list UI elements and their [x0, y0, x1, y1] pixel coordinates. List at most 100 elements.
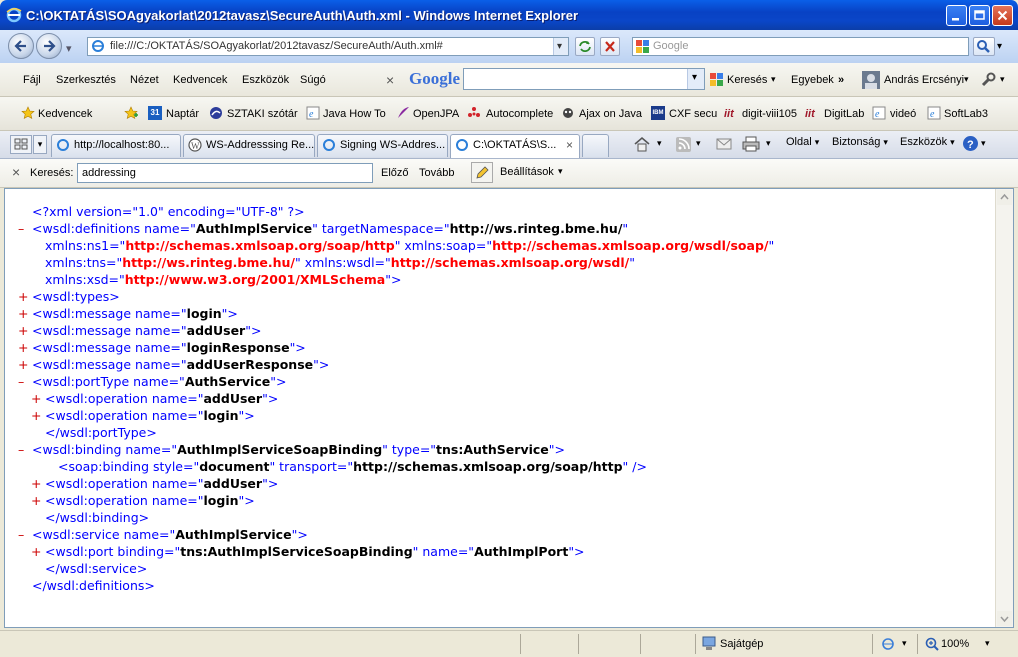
xml-line[interactable]: + <wsdl:port binding="tns:AuthImplService… [31, 543, 585, 560]
tab-ws-addressing[interactable]: W WS-Addresssing Re... [183, 134, 315, 157]
tab-list-dropdown[interactable]: ▾ [33, 135, 47, 154]
close-button[interactable] [992, 5, 1013, 26]
fav-sztaki[interactable]: SZTAKI szótár [227, 108, 298, 120]
page-menu[interactable]: Oldal ▾ [786, 136, 819, 148]
address-dropdown-button[interactable]: ▾ [553, 38, 568, 55]
expand-node-icon[interactable]: + [31, 492, 45, 509]
find-input[interactable]: addressing [77, 163, 373, 183]
xml-line[interactable]: + <wsdl:operation name="login"> [31, 407, 255, 424]
wrench-icon[interactable] [980, 72, 996, 88]
user-dropdown-icon[interactable]: ▾ [964, 74, 969, 85]
expand-node-icon[interactable]: + [31, 475, 45, 492]
home-dropdown-icon[interactable]: ▾ [657, 138, 662, 149]
scroll-down-button[interactable] [997, 611, 1012, 626]
address-field[interactable]: file:///C:/OKTATÁS/SOAgyakorlat/2012tava… [87, 37, 569, 56]
title-bar[interactable]: C:\OKTATÁS\SOAgyakorlat\2012tavasz\Secur… [0, 0, 1018, 30]
find-settings-pencil[interactable] [471, 162, 493, 183]
new-tab-button[interactable] [582, 134, 609, 157]
collapse-node-icon[interactable]: – [18, 441, 32, 458]
collapse-node-icon[interactable]: – [18, 526, 32, 543]
forward-button[interactable] [36, 33, 62, 59]
find-settings-button[interactable]: Beállítások [500, 166, 554, 178]
scroll-up-button[interactable] [997, 190, 1012, 205]
safety-menu[interactable]: Biztonság ▾ [832, 136, 888, 148]
fav-cxf-secu[interactable]: CXF secu [669, 108, 717, 120]
protected-mode-icon[interactable] [881, 637, 897, 651]
collapse-node-icon[interactable]: – [18, 373, 32, 390]
search-input[interactable]: Google [632, 37, 969, 56]
tools-menu[interactable]: Eszközök ▾ [900, 136, 955, 148]
stop-button[interactable] [600, 37, 620, 56]
find-next-button[interactable]: Tovább [419, 167, 454, 179]
search-button-dropdown-icon[interactable]: ▾ [771, 74, 776, 85]
menu-edit[interactable]: Szerkesztés [56, 74, 116, 86]
expand-node-icon[interactable]: + [18, 322, 32, 339]
collapse-node-icon[interactable]: – [18, 220, 32, 237]
xml-line[interactable]: – <wsdl:binding name="AuthImplServiceSoap… [18, 441, 565, 458]
more-button[interactable]: Egyebek [791, 74, 834, 86]
zoom-icon[interactable] [925, 637, 939, 651]
quick-tabs-button[interactable] [10, 135, 32, 154]
protected-mode-dropdown-icon[interactable]: ▾ [902, 638, 907, 649]
menu-help[interactable]: Súgó [300, 74, 326, 86]
tab-localhost[interactable]: http://localhost:80... [51, 134, 181, 157]
menu-file[interactable]: Fájl [23, 74, 41, 86]
fav-video[interactable]: videó [890, 108, 916, 120]
menu-favorites[interactable]: Kedvencek [173, 74, 227, 86]
xml-line[interactable]: + <wsdl:message name="addUser"> [18, 322, 261, 339]
help-icon[interactable]: ? [962, 135, 979, 152]
fav-autocomplete[interactable]: Autocomplete [486, 108, 553, 120]
find-close-icon[interactable]: × [12, 164, 20, 180]
rss-feed-icon[interactable] [676, 137, 691, 152]
toolbar-close-icon[interactable]: × [386, 72, 394, 88]
tab-signing[interactable]: Signing WS-Addres... [317, 134, 448, 157]
tab-auth-xml[interactable]: C:\OKTATÁS\S... × [450, 134, 580, 158]
expand-node-icon[interactable]: + [18, 339, 32, 356]
add-favorite-icon[interactable] [124, 106, 138, 120]
search-go-button[interactable] [973, 37, 995, 56]
fav-softlab3[interactable]: SoftLab3 [944, 108, 988, 120]
xml-line[interactable]: + <wsdl:types> [18, 288, 120, 305]
xml-line[interactable]: + <wsdl:operation name="login"> [31, 492, 255, 509]
refresh-button[interactable] [575, 37, 595, 56]
mail-icon[interactable] [716, 138, 732, 150]
maximize-button[interactable] [969, 5, 990, 26]
fav-ajax-on-java[interactable]: Ajax on Java [579, 108, 642, 120]
xml-line[interactable]: + <wsdl:message name="loginResponse"> [18, 339, 306, 356]
fav-java-how-to[interactable]: Java How To [323, 108, 386, 120]
menu-tools[interactable]: Eszközök [242, 74, 289, 86]
google-toolbar-search[interactable]: ▾ [463, 68, 705, 90]
fav-naptar[interactable]: Naptár [166, 108, 199, 120]
fav-openjpa[interactable]: OpenJPA [413, 108, 459, 120]
fav-digitlab[interactable]: DigitLab [824, 108, 864, 120]
more-chevron-icon[interactable]: » [838, 74, 844, 86]
expand-node-icon[interactable]: + [18, 305, 32, 322]
xml-line[interactable]: – <wsdl:service name="AuthImplService"> [18, 526, 308, 543]
google-search-dropdown[interactable]: ▾ [687, 69, 704, 89]
xml-line[interactable]: – <wsdl:portType name="AuthService"> [18, 373, 286, 390]
fav-digit-viii105[interactable]: digit-viii105 [742, 108, 797, 120]
google-search-button[interactable]: Keresés [727, 74, 767, 86]
menu-view[interactable]: Nézet [130, 74, 159, 86]
expand-node-icon[interactable]: + [18, 356, 32, 373]
search-options-icon[interactable]: ▾ [997, 41, 1002, 52]
wrench-dropdown-icon[interactable]: ▾ [1000, 74, 1005, 85]
back-button[interactable] [8, 33, 34, 59]
user-name[interactable]: András Ercsényi [884, 74, 964, 86]
feed-dropdown-icon[interactable]: ▾ [696, 138, 701, 149]
history-dropdown-icon[interactable]: ▾ [66, 42, 72, 55]
expand-node-icon[interactable]: + [31, 390, 45, 407]
xml-line[interactable]: + <wsdl:message name="login"> [18, 305, 238, 322]
zoom-dropdown-icon[interactable]: ▾ [985, 638, 990, 649]
expand-node-icon[interactable]: + [31, 407, 45, 424]
xml-line[interactable]: + <wsdl:operation name="addUser"> [31, 475, 278, 492]
minimize-button[interactable] [946, 5, 967, 26]
help-dropdown-icon[interactable]: ▾ [981, 138, 986, 149]
xml-line[interactable]: + <wsdl:message name="addUserResponse"> [18, 356, 329, 373]
find-settings-dropdown-icon[interactable]: ▾ [558, 166, 563, 177]
expand-node-icon[interactable]: + [31, 543, 45, 560]
vertical-scrollbar[interactable] [995, 189, 1013, 627]
xml-line[interactable]: – <wsdl:definitions name="AuthImplService… [18, 220, 628, 237]
zoom-level[interactable]: 100% [941, 638, 969, 650]
tab-close-icon[interactable]: × [566, 135, 573, 156]
